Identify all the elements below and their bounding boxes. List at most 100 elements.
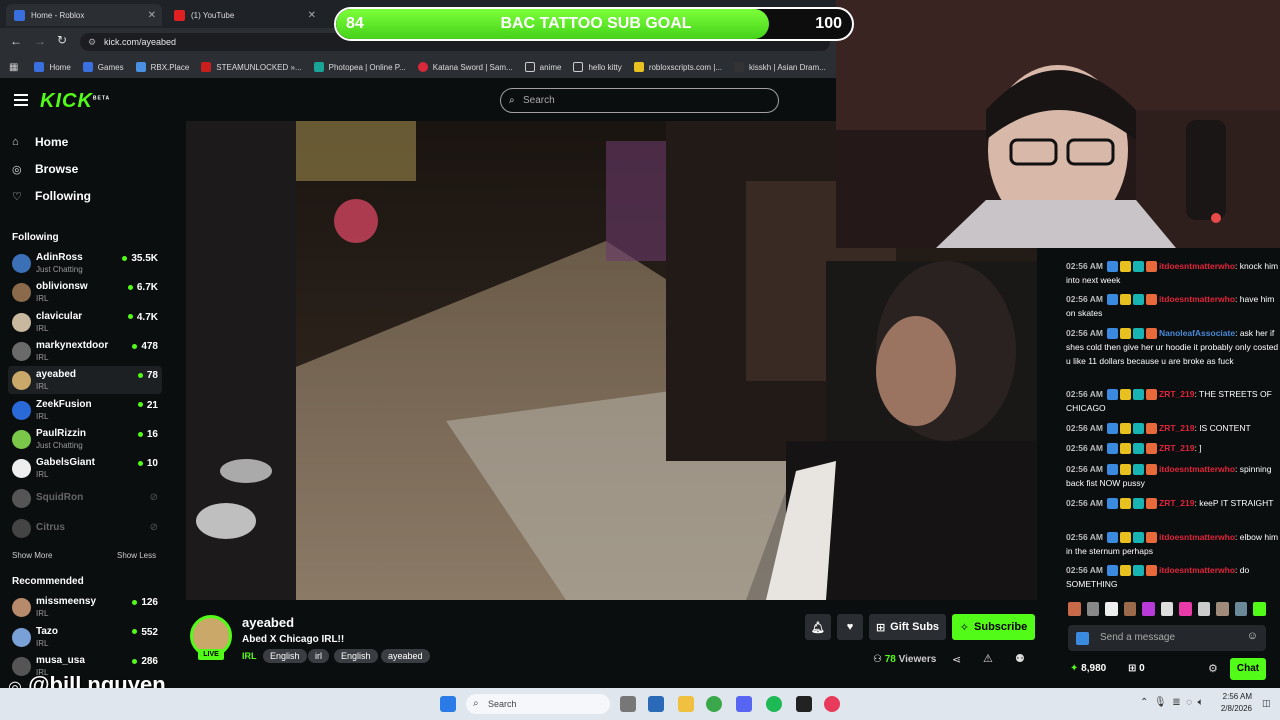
bookmark-anime[interactable]: anime — [524, 62, 561, 72]
file-explorer-icon[interactable] — [678, 696, 694, 712]
discord-icon[interactable] — [736, 696, 752, 712]
bookmark-rbxplace[interactable]: RBX.Place — [135, 62, 189, 72]
sidebar-channel[interactable]: clavicular IRL 4.7K — [8, 308, 162, 336]
show-more-link[interactable]: Show More — [12, 551, 52, 560]
bookmark-hello-kitty[interactable]: hello kitty — [573, 62, 622, 72]
site-info-icon[interactable]: ⚙ — [88, 33, 96, 51]
sidebar-channel[interactable]: AdinRoss Just Chatting 35.5K — [8, 249, 162, 277]
emote-icon[interactable] — [1068, 602, 1081, 616]
tag-pill[interactable]: English — [263, 649, 307, 663]
notification-icon[interactable]: ◫ — [1262, 698, 1271, 709]
recommended-heading: Recommended — [12, 576, 84, 587]
gift-count[interactable]: ⊞ 0 — [1128, 663, 1145, 674]
emote-icon[interactable] — [1123, 602, 1137, 616]
search-input[interactable]: ⌕ Search — [500, 88, 779, 113]
emote-icon[interactable] — [1253, 602, 1267, 616]
notify-bell-button[interactable]: 🔔︎ — [805, 614, 831, 640]
apps-grid-icon[interactable]: ▦ — [9, 62, 18, 73]
chat-username[interactable]: ZRT_219 — [1159, 389, 1194, 399]
chat-username[interactable]: itdoesntmatterwho — [1159, 294, 1235, 304]
bookmark-kisskh[interactable]: kisskh | Asian Dram... — [734, 62, 826, 72]
tab-roblox[interactable]: Home - Roblox ✕ — [6, 4, 162, 26]
emote-icon[interactable] — [1160, 602, 1174, 616]
emoji-icon[interactable]: ☺ — [1247, 630, 1258, 642]
channel-avatar — [12, 341, 31, 361]
tag-pill[interactable]: English — [334, 649, 378, 663]
mouse-app-icon[interactable] — [620, 696, 636, 712]
spotify-icon[interactable] — [766, 696, 782, 712]
user-icon[interactable]: ⚉ — [1015, 652, 1025, 665]
emote-icon[interactable] — [1179, 602, 1192, 616]
emote-icon[interactable] — [1234, 602, 1248, 616]
tray-icons[interactable]: ⌃ 🎙︎ ≣ ◌ 🔈︎ — [1140, 697, 1204, 708]
bookmark-photopea[interactable]: Photopea | Online P... — [313, 62, 406, 72]
sidebar-channel[interactable]: Citrus ⊘ — [8, 514, 162, 542]
chat-username[interactable]: itdoesntmatterwho — [1159, 261, 1235, 271]
sidebar-channel[interactable]: ZeekFusion IRL 21 — [8, 396, 162, 424]
bookmark-katana[interactable]: Katana Sword | Sam... — [417, 62, 513, 72]
chat-username[interactable]: NanoleafAssociate — [1159, 328, 1235, 338]
sidebar-channel[interactable]: PaulRizzin Just Chatting 16 — [8, 425, 162, 453]
bookmark-games[interactable]: Games — [82, 62, 124, 72]
channel-points[interactable]: ✦ 8,980 — [1070, 663, 1106, 674]
tab-youtube[interactable]: (1) YouTube ✕ — [166, 4, 322, 26]
emote-icon[interactable] — [1197, 602, 1211, 616]
taskbar-search[interactable]: ⌕ Search — [466, 694, 610, 714]
sidebar-channel[interactable]: Tazo IRL 552 — [8, 623, 162, 651]
sidebar-channel[interactable]: markynextdoor IRL 478 — [8, 337, 162, 365]
chat-input[interactable]: Send a message ☺ — [1068, 625, 1266, 651]
emote-icon[interactable] — [1086, 602, 1100, 616]
sidebar-channel[interactable]: missmeensy IRL 126 — [8, 593, 162, 621]
opera-icon[interactable] — [824, 696, 840, 712]
clock-time[interactable]: 2:56 AM — [1222, 692, 1252, 701]
reload-icon[interactable]: ↻ — [57, 33, 67, 47]
forward-icon[interactable]: → — [34, 34, 46, 48]
chat-username[interactable]: itdoesntmatterwho — [1159, 464, 1235, 474]
chat-message: 02:56 AM itdoesntmatterwho: knock him int… — [1066, 259, 1280, 287]
emote-icon[interactable] — [1142, 602, 1155, 616]
follow-heart-button[interactable]: ♥ — [837, 614, 863, 640]
windows-start-icon[interactable] — [440, 696, 456, 712]
hamburger-menu-icon[interactable] — [14, 94, 28, 106]
chrome-icon[interactable] — [706, 696, 722, 712]
bookmark-robloxscripts[interactable]: robloxscripts.com |... — [633, 62, 722, 72]
kick-logo[interactable]: KICKBETA — [40, 90, 110, 113]
back-icon[interactable]: ← — [10, 34, 22, 48]
nav-home[interactable]: ⌂ Home — [12, 135, 68, 149]
channel-name: ZeekFusion — [36, 398, 92, 410]
chat-username[interactable]: itdoesntmatterwho — [1159, 532, 1235, 542]
taskview-icon[interactable] — [648, 696, 664, 712]
share-icon[interactable]: ⋖ — [952, 653, 961, 666]
bookmark-steamunlocked[interactable]: STEAMUNLOCKED »... — [201, 62, 302, 72]
chat-settings-icon[interactable]: ⚙ — [1208, 662, 1218, 675]
close-tab-icon[interactable]: ✕ — [148, 10, 156, 21]
emote-icon[interactable] — [1105, 602, 1118, 616]
chat-send-button[interactable]: Chat — [1230, 658, 1266, 680]
category-link[interactable]: IRL — [242, 651, 257, 661]
chat-username[interactable]: ZRT_219 — [1159, 443, 1194, 453]
clock-date[interactable]: 2/8/2026 — [1216, 704, 1252, 713]
sidebar-channel[interactable]: SquidRon ⊘ — [8, 484, 162, 512]
close-tab-icon[interactable]: ✕ — [308, 10, 316, 21]
nav-following[interactable]: ♡ Following — [12, 189, 91, 203]
channel-avatar — [12, 429, 31, 449]
subscribe-button[interactable]: ✧ Subscribe — [952, 614, 1035, 640]
offline-icon: ⊘ — [149, 492, 158, 503]
app-icon[interactable] — [796, 696, 812, 712]
emote-icon[interactable] — [1216, 602, 1229, 616]
sidebar-channel[interactable]: musa_usa IRL 286 — [8, 652, 162, 680]
channel-name[interactable]: ayeabed — [242, 615, 294, 630]
sidebar-channel[interactable]: GabelsGiant IRL 10 — [8, 454, 162, 482]
tag-pill[interactable]: ayeabed — [381, 649, 430, 663]
sidebar-channel[interactable]: ayeabed IRL 78 — [8, 366, 162, 395]
tag-pill[interactable]: irl — [308, 649, 329, 663]
sidebar-channel[interactable]: oblivionsw IRL 6.7K — [8, 278, 162, 306]
report-icon[interactable]: ⚠ — [983, 652, 993, 665]
gift-subs-button[interactable]: ⊞ Gift Subs — [869, 614, 946, 640]
bookmark-home[interactable]: Home — [34, 62, 71, 72]
show-less-link[interactable]: Show Less — [117, 551, 156, 560]
chat-username[interactable]: itdoesntmatterwho — [1159, 565, 1235, 575]
chat-username[interactable]: ZRT_219 — [1159, 498, 1194, 508]
nav-browse[interactable]: ◎ Browse — [12, 162, 78, 176]
chat-username[interactable]: ZRT_219 — [1159, 423, 1194, 433]
